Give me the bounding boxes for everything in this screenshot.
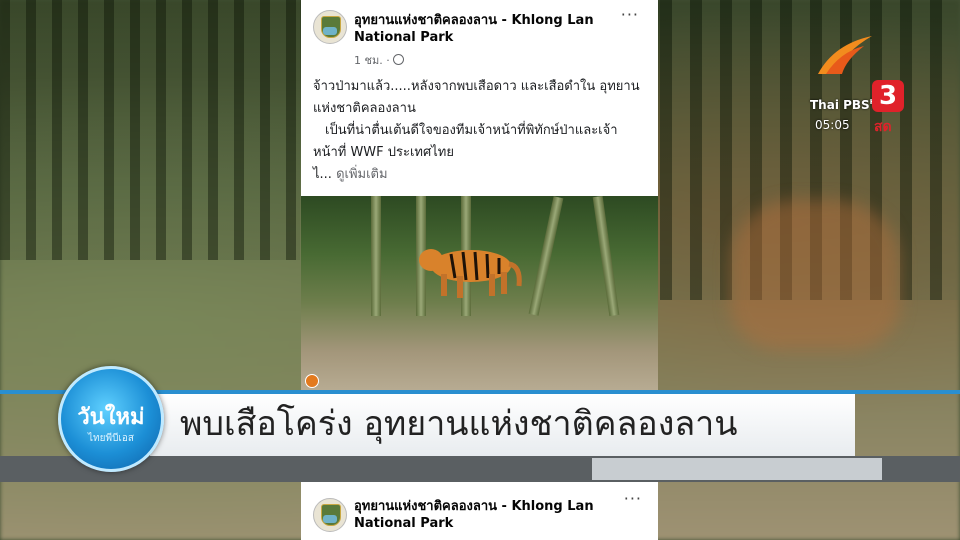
lower-third-ticker-slot: [592, 458, 882, 480]
mask-icon: [323, 515, 337, 523]
broadcaster-logo: Thai PBSHD 3 สด: [810, 32, 910, 135]
channel-number-badge: 3: [872, 80, 904, 112]
tiger-icon: [419, 249, 522, 298]
truncated-text: ไ...: [313, 167, 332, 182]
camera-trap-badge-icon: [305, 374, 319, 388]
background-forest-left: [0, 0, 300, 260]
post-photo[interactable]: [301, 196, 658, 390]
broadcast-clock: 05:05: [815, 118, 850, 132]
facebook-post-card-repeat: อุทยานแห่งชาติคลองลาน - Khlong Lan Natio…: [301, 482, 658, 540]
show-title: วันใหม่: [77, 405, 145, 430]
bamboo-stalk: [592, 196, 620, 317]
bamboo-stalk: [371, 196, 381, 316]
post-time: 1 ชม. ·: [354, 51, 404, 69]
broadcaster-brand: Thai PBSHD: [810, 98, 881, 112]
show-logo: วันใหม่ ไทยพีบีเอส: [58, 366, 164, 472]
post-header: อุทยานแห่งชาติคลองลาน - Khlong Lan Natio…: [313, 7, 643, 67]
post-text-line: เป็นที่น่าตื่นเต้นดีใจของทีมเจ้าหน้าที่พ…: [313, 123, 618, 160]
background-tiger-blur: [730, 200, 900, 350]
post-text-more-line: ไ... ดูเพิ่มเติม: [313, 164, 648, 186]
bamboo-stalk: [528, 196, 564, 316]
page-avatar[interactable]: [313, 498, 347, 532]
more-options-icon[interactable]: ···: [624, 491, 642, 507]
post-text: จ้าวป่ามาแล้ว.....หลังจากพบเสือดาว และเส…: [313, 76, 648, 186]
post-text-line: จ้าวป่ามาแล้ว.....หลังจากพบเสือดาว และเส…: [313, 79, 640, 116]
more-options-icon[interactable]: ···: [621, 7, 639, 23]
live-label: สด: [874, 119, 892, 135]
mask-icon: [323, 27, 337, 35]
globe-icon: [392, 54, 404, 65]
headline: พบเสือโคร่ง อุทยานแห่งชาติคลองลาน: [180, 404, 738, 444]
page-name-link[interactable]: อุทยานแห่งชาติคลองลาน - Khlong Lan Natio…: [354, 498, 634, 532]
page-avatar[interactable]: [313, 10, 347, 44]
show-subtitle: ไทยพีบีเอส: [88, 433, 134, 444]
post-time-label: 1 ชม. ·: [354, 54, 390, 67]
thaipbs-bird-icon: [818, 36, 872, 74]
brand-name: Thai PBS: [810, 98, 870, 112]
facebook-post-card: อุทยานแห่งชาติคลองลาน - Khlong Lan Natio…: [301, 0, 658, 390]
see-more-link[interactable]: ดูเพิ่มเติม: [336, 167, 387, 182]
page-name-link[interactable]: อุทยานแห่งชาติคลองลาน - Khlong Lan Natio…: [354, 12, 634, 46]
